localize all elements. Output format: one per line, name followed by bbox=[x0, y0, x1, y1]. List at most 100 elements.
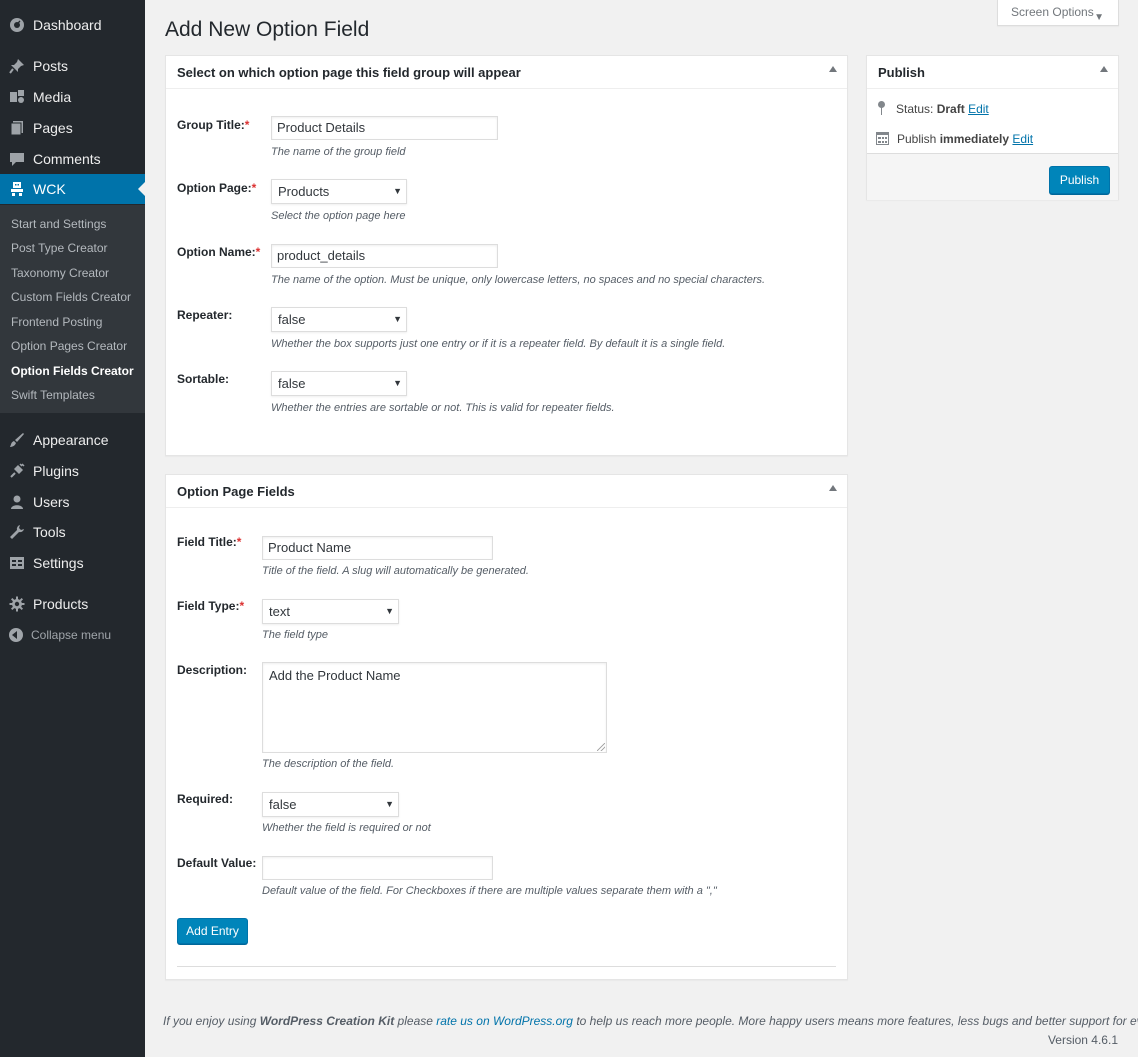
menu-item-users[interactable]: Users bbox=[0, 487, 145, 517]
default-value-label: Default Value: bbox=[177, 856, 257, 870]
collapse-toggle-icon[interactable] bbox=[829, 485, 837, 491]
submenu-custom-fields-creator[interactable]: Custom Fields Creator bbox=[11, 287, 131, 307]
group-title-help: The name of the group field bbox=[271, 146, 406, 158]
default-value-help: Default value of the field. For Checkbox… bbox=[262, 885, 717, 897]
footer-text: to help us reach more people. More happy… bbox=[572, 1014, 1138, 1028]
collapse-toggle-icon[interactable] bbox=[829, 66, 837, 72]
chevron-down-icon: ▼ bbox=[385, 606, 394, 616]
status-prefix: Status: bbox=[896, 102, 934, 116]
pages-icon bbox=[8, 119, 26, 137]
option-page-fields-box: Option Page Fields Field Title:* Product… bbox=[165, 474, 848, 980]
resize-grip-icon[interactable] bbox=[597, 743, 605, 751]
group-title-label: Group Title:* bbox=[177, 118, 250, 132]
field-type-select[interactable]: text ▼ bbox=[262, 599, 399, 624]
menu-item-appearance[interactable]: Appearance bbox=[0, 425, 145, 455]
submenu-start-and-settings[interactable]: Start and Settings bbox=[11, 214, 106, 234]
required-select[interactable]: false ▼ bbox=[262, 792, 399, 817]
publish-box-header[interactable]: Publish bbox=[867, 56, 1118, 89]
menu-item-settings[interactable]: Settings bbox=[0, 548, 145, 578]
option-page-label: Option Page:* bbox=[177, 181, 257, 195]
description-label: Description: bbox=[177, 663, 248, 677]
group-title-input[interactable]: Product Details bbox=[271, 116, 498, 140]
repeater-select[interactable]: false ▼ bbox=[271, 307, 407, 332]
menu-item-posts[interactable]: Posts bbox=[0, 51, 145, 81]
submenu-frontend-posting[interactable]: Frontend Posting bbox=[11, 312, 102, 332]
publish-status-row: Status: Draft Edit bbox=[876, 101, 989, 116]
required-value: false bbox=[269, 797, 297, 812]
screen-options-button[interactable]: Screen Options ▼ bbox=[997, 0, 1119, 26]
brush-icon bbox=[8, 431, 26, 449]
default-value-input[interactable] bbox=[262, 856, 493, 880]
menu-label: Media bbox=[33, 89, 72, 105]
menu-label: Tools bbox=[33, 524, 66, 540]
menu-item-plugins[interactable]: Plugins bbox=[0, 456, 145, 486]
chevron-down-icon: ▼ bbox=[385, 799, 394, 809]
submenu-taxonomy-creator[interactable]: Taxonomy Creator bbox=[11, 263, 109, 283]
description-textarea[interactable]: Add the Product Name bbox=[262, 662, 607, 753]
menu-item-media[interactable]: Media bbox=[0, 82, 145, 112]
submenu-option-pages-creator[interactable]: Option Pages Creator bbox=[11, 336, 127, 356]
option-page-fields-header[interactable]: Option Page Fields bbox=[166, 475, 847, 508]
option-name-input[interactable]: product_details bbox=[271, 244, 498, 268]
field-title-help: Title of the field. A slug will automati… bbox=[262, 565, 529, 577]
footer-note: If you enjoy using WordPress Creation Ki… bbox=[163, 1014, 1138, 1028]
status-value: Draft bbox=[936, 102, 965, 116]
chevron-down-icon: ▼ bbox=[393, 378, 402, 388]
description-value: Add the Product Name bbox=[269, 668, 401, 683]
menu-label: Users bbox=[33, 494, 70, 510]
field-type-label: Field Type:* bbox=[177, 599, 245, 613]
gear-icon bbox=[8, 595, 26, 613]
collapse-menu-button[interactable]: Collapse menu bbox=[0, 624, 145, 646]
menu-item-products[interactable]: Products bbox=[0, 589, 145, 619]
sortable-label: Sortable: bbox=[177, 372, 230, 386]
repeater-label: Repeater: bbox=[177, 308, 233, 322]
caret-down-icon: ▼ bbox=[1094, 12, 1104, 23]
comment-icon bbox=[8, 150, 26, 168]
menu-label: Comments bbox=[33, 151, 101, 167]
submenu-swift-templates[interactable]: Swift Templates bbox=[11, 385, 95, 405]
menu-item-tools[interactable]: Tools bbox=[0, 517, 145, 547]
required-help: Whether the field is required or not bbox=[262, 822, 431, 834]
wck-submenu: Start and Settings Post Type Creator Tax… bbox=[0, 205, 145, 413]
menu-label: Settings bbox=[33, 555, 84, 571]
option-page-select[interactable]: Products ▼ bbox=[271, 179, 407, 204]
field-group-box-header[interactable]: Select on which option page this field g… bbox=[166, 56, 847, 89]
menu-label: WCK bbox=[33, 181, 66, 197]
publish-edit-link[interactable]: Edit bbox=[1012, 132, 1033, 146]
publish-prefix: Publish bbox=[897, 132, 937, 146]
menu-label: Dashboard bbox=[33, 17, 102, 33]
user-icon bbox=[8, 493, 26, 511]
collapse-toggle-icon[interactable] bbox=[1100, 66, 1108, 72]
status-edit-link[interactable]: Edit bbox=[968, 102, 989, 116]
admin-sidebar: Dashboard Posts Media Pages Comments WCK… bbox=[0, 0, 145, 1057]
sortable-select[interactable]: false ▼ bbox=[271, 371, 407, 396]
screen-options-label: Screen Options bbox=[1011, 5, 1094, 19]
publish-value: immediately bbox=[939, 132, 1010, 146]
menu-item-wck[interactable]: WCK bbox=[0, 174, 145, 204]
chevron-down-icon: ▼ bbox=[393, 186, 402, 196]
publish-actions: Publish bbox=[867, 153, 1118, 200]
menu-item-comments[interactable]: Comments bbox=[0, 144, 145, 174]
publish-schedule-row: Publish immediately Edit bbox=[876, 132, 1033, 146]
menu-item-dashboard[interactable]: Dashboard bbox=[0, 10, 145, 40]
page-title: Add New Option Field bbox=[165, 18, 370, 41]
collapse-arrow-icon bbox=[9, 628, 23, 642]
footer-text: please bbox=[394, 1014, 437, 1028]
menu-label: Posts bbox=[33, 58, 69, 74]
menu-item-pages[interactable]: Pages bbox=[0, 113, 145, 143]
required-label: Required: bbox=[177, 792, 234, 806]
plug-icon bbox=[8, 462, 26, 480]
field-type-help: The field type bbox=[262, 629, 329, 641]
menu-label: Pages bbox=[33, 120, 73, 136]
submenu-option-fields-creator[interactable]: Option Fields Creator bbox=[11, 361, 134, 381]
publish-box: Publish Status: Draft Edit Publish immed… bbox=[866, 55, 1119, 200]
rate-us-link[interactable]: rate us on WordPress.org bbox=[436, 1014, 573, 1028]
dashboard-icon bbox=[8, 16, 26, 34]
option-page-help: Select the option page here bbox=[271, 210, 406, 222]
publish-button[interactable]: Publish bbox=[1049, 166, 1110, 194]
field-title-input[interactable]: Product Name bbox=[262, 536, 493, 560]
option-name-help: The name of the option. Must be unique, … bbox=[271, 274, 766, 286]
submenu-post-type-creator[interactable]: Post Type Creator bbox=[11, 238, 108, 258]
add-entry-button[interactable]: Add Entry bbox=[177, 918, 248, 944]
version-label: Version 4.6.1 bbox=[1047, 1033, 1118, 1047]
